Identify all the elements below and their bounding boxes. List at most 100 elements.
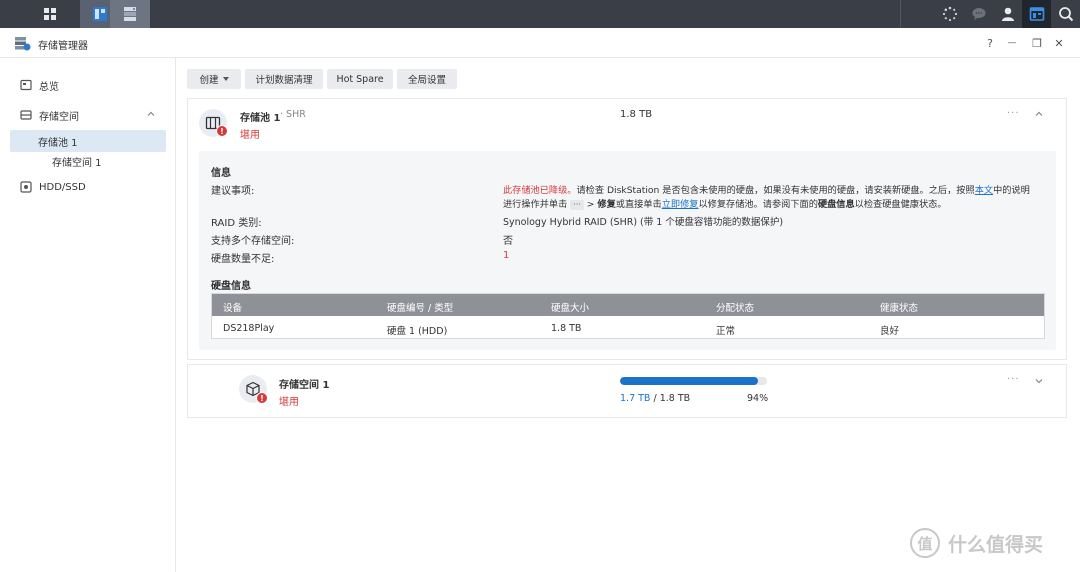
storage-manager-icon (124, 7, 136, 21)
sidebar-item-overview[interactable]: 总览 (10, 74, 166, 96)
watermark-text: 什么值得买 (948, 533, 1044, 556)
volume-more-icon[interactable]: ··· (1007, 374, 1020, 385)
chevron-down-icon[interactable] (1034, 376, 1044, 386)
suggestion-text: 进行操作并单击 (503, 199, 568, 210)
pool-name: 存储池 1 (240, 113, 281, 124)
sidebar-item-volume-1[interactable]: 存储空间 1 (10, 150, 166, 172)
file-station-icon (93, 7, 107, 21)
window-title: 存储管理器 (38, 41, 88, 52)
volume-usage-bar (620, 377, 767, 385)
volume-total: / 1.8 TB (653, 393, 691, 404)
suggestion-text: 或直接单击 (615, 199, 662, 210)
chevron-up-icon[interactable] (146, 109, 156, 119)
column-header: 分配状态 (716, 303, 755, 314)
sidebar-item-hdd-ssd[interactable]: HDD/SSD (10, 176, 166, 198)
suggestion-text: 中的说明 (993, 185, 1030, 196)
more-actions-icon: ··· (570, 200, 584, 210)
suggestion-label: 建议事项: (211, 186, 255, 197)
window-titlebar: 存储管理器 ? — ❐ ✕ (0, 28, 1080, 58)
hdd-icon (20, 181, 32, 193)
close-button[interactable]: ✕ (1051, 35, 1067, 51)
volume-name: 存储空间 1 (279, 380, 330, 391)
suggestion-line-2: 进行操作并单击 ··· > 修复或直接单击立即修复以修复存储池。请参阅下面的硬盘… (503, 196, 947, 210)
sidebar: 总览 存储空间 存储池 1 存储空间 1 HDD/SSD (0, 58, 176, 572)
watermark: 值 什么值得买 (910, 528, 1043, 558)
raid-type-value: Synology Hybrid RAID (SHR) (带 1 个硬盘容错功能的… (503, 217, 784, 228)
missing-disks-value: 1 (503, 250, 510, 261)
watermark-logo: 值 (910, 528, 940, 558)
pool-size: 1.8 TB (620, 109, 653, 120)
search-button[interactable] (1051, 0, 1080, 28)
create-button[interactable]: 创建 (187, 69, 241, 89)
pool-type: · SHR (280, 109, 306, 120)
storage-icon (20, 109, 32, 121)
user-icon (1001, 7, 1014, 21)
disk-info-term: 硬盘信息 (817, 199, 855, 210)
table-cell-alloc: 正常 (716, 326, 736, 337)
storage-manager-icon (15, 37, 31, 51)
multi-volume-label: 支持多个存储空间: (211, 236, 295, 247)
chat-icon (972, 8, 985, 20)
schedule-scrub-button[interactable]: 计划数据清理 (245, 69, 323, 89)
multi-volume-value: 否 (503, 236, 513, 247)
sidebar-item-label: 存储池 1 (38, 137, 78, 149)
grid-icon (44, 8, 56, 20)
volume-used: 1.7 TB (620, 393, 651, 404)
caret-down-icon (222, 77, 229, 81)
create-label: 创建 (199, 75, 219, 86)
chevron-up-icon[interactable] (1034, 109, 1044, 119)
taskbar (0, 0, 1080, 28)
article-link[interactable]: 本文 (975, 185, 993, 196)
volume-card (187, 364, 1067, 418)
widgets-icon (1029, 7, 1044, 21)
suggestion-text: > (586, 199, 598, 210)
disk-info-title: 硬盘信息 (211, 281, 251, 292)
notifications-button[interactable] (964, 0, 993, 28)
table-cell-size: 1.8 TB (551, 323, 582, 334)
widgets-button[interactable] (1022, 0, 1051, 28)
sidebar-item-label: 总览 (39, 81, 59, 93)
overview-icon (20, 79, 32, 91)
info-section-title: 信息 (211, 168, 231, 179)
warning-badge-icon: ! (216, 125, 228, 137)
user-button[interactable] (993, 0, 1022, 28)
table-cell-disk: 硬盘 1 (HDD) (387, 326, 448, 337)
pool-status: 堪用 (240, 130, 260, 141)
volume-usage-text: 1.7 TB / 1.8 TB (620, 393, 690, 404)
taskbar-app-storage-manager[interactable] (110, 0, 150, 28)
suggestion-text: 以修复存储池。请参阅下面的 (698, 199, 818, 210)
disk-table-header: 设备 硬盘编号 / 类型 硬盘大小 分配状态 健康状态 (212, 294, 1044, 316)
warning-badge-icon: ! (256, 392, 268, 404)
suggestion-text: 请检查 DiskStation 是否包含未使用的硬盘，如果没有未使用的硬盘，请安… (576, 185, 975, 196)
sidebar-item-label: 存储空间 1 (52, 157, 102, 169)
task-progress-button[interactable] (935, 0, 964, 28)
table-cell-health: 良好 (880, 326, 900, 337)
sidebar-item-label: 存储空间 (39, 111, 79, 123)
repair-now-link[interactable]: 立即修复 (662, 199, 699, 210)
sidebar-item-storage[interactable]: 存储空间 (10, 104, 166, 126)
sidebar-item-pool-1[interactable]: 存储池 1 (10, 130, 166, 152)
volume-usage-fill (620, 377, 759, 385)
minimize-button[interactable]: — (1004, 35, 1020, 51)
column-header: 设备 (223, 303, 243, 314)
global-settings-button[interactable]: 全局设置 (397, 69, 457, 89)
missing-disks-label: 硬盘数量不足: (211, 254, 275, 265)
restore-button[interactable]: ❐ (1029, 35, 1045, 51)
suggestion-line-1: 此存储池已降级。请检查 DiskStation 是否包含未使用的硬盘，如果没有未… (503, 182, 1030, 196)
volume-percent: 94% (747, 393, 769, 404)
suggestion-text: 以检查硬盘健康状态。 (854, 199, 947, 210)
column-header: 健康状态 (880, 303, 919, 314)
volume-status: 堪用 (279, 397, 299, 408)
help-button[interactable]: ? (982, 35, 998, 51)
pool-more-icon[interactable]: ··· (1007, 108, 1020, 119)
table-cell-device: DS218Play (223, 323, 275, 334)
main-menu-button[interactable] (30, 0, 70, 28)
taskbar-separator (900, 0, 901, 28)
degraded-notice: 此存储池已降级。 (503, 185, 577, 196)
hot-spare-button[interactable]: Hot Spare (327, 69, 393, 89)
search-icon (1058, 7, 1073, 22)
repair-term: 修复 (597, 199, 616, 210)
column-header: 硬盘大小 (551, 303, 590, 314)
sidebar-item-label: HDD/SSD (39, 181, 86, 193)
disk-table: 设备 硬盘编号 / 类型 硬盘大小 分配状态 健康状态 DS218Play 硬盘… (211, 293, 1045, 339)
